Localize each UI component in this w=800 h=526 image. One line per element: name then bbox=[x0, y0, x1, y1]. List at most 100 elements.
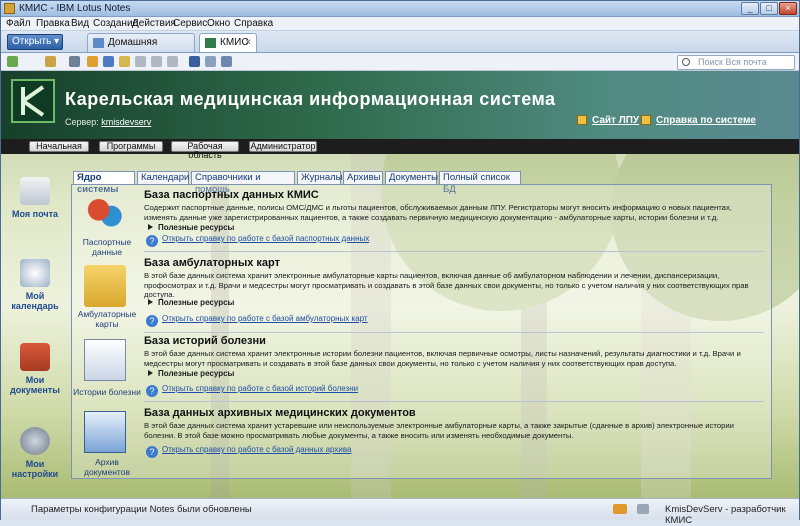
left-nav-mail-label: Моя почта bbox=[12, 209, 58, 219]
section-passport-resources[interactable]: Полезные ресурсы bbox=[148, 223, 234, 232]
menu-help[interactable]: Справка bbox=[234, 18, 273, 29]
tab-calendars[interactable]: Календари bbox=[137, 171, 189, 184]
find-icon[interactable] bbox=[189, 56, 200, 67]
people-icon[interactable] bbox=[84, 193, 126, 235]
section-passport-icon-label[interactable]: Паспортные данные bbox=[72, 237, 142, 257]
menu-edit[interactable]: Правка bbox=[36, 18, 70, 29]
bookmark-icon[interactable] bbox=[119, 56, 130, 67]
tab-archives[interactable]: Архивы bbox=[343, 171, 383, 184]
site-link[interactable]: Сайт ЛПУ bbox=[577, 115, 639, 126]
section-archive-title: База данных архивных медицинских докумен… bbox=[144, 407, 416, 419]
divider bbox=[144, 401, 764, 402]
window-title: КМИС - IBM Lotus Notes bbox=[19, 3, 131, 14]
replicate-icon[interactable] bbox=[7, 56, 18, 67]
section-passport-help-link[interactable]: ? Открыть справку по работе с базой паспо… bbox=[146, 234, 369, 247]
new-memo-icon[interactable] bbox=[45, 56, 56, 67]
section-ambulatory-help-link[interactable]: ? Открыть справку по работе с базой амбул… bbox=[146, 314, 368, 327]
tab-kmis[interactable]: КМИС × bbox=[199, 33, 257, 52]
menu-view[interactable]: Вид bbox=[71, 18, 89, 29]
folder-icon[interactable] bbox=[84, 265, 126, 307]
kmis-logo bbox=[11, 79, 55, 123]
tab-bar: Открыть ▾ Домашняя страница КМИС × bbox=[1, 31, 799, 66]
help-link[interactable]: Справка по системе bbox=[641, 115, 756, 126]
tab-all-db[interactable]: Полный список БД bbox=[439, 171, 521, 195]
server-info: Сервер: kmisdevserv bbox=[65, 117, 151, 127]
copy-icon[interactable] bbox=[151, 56, 162, 67]
divider bbox=[144, 332, 764, 333]
section-histories-desc: В этой базе данных система хранит электр… bbox=[144, 349, 741, 368]
section-ambulatory-icon-label[interactable]: Амбулаторные карты bbox=[72, 309, 142, 329]
section-passport-title: База паспортных данных КМИС bbox=[144, 189, 319, 201]
chevron-down-icon: ▾ bbox=[54, 36, 60, 47]
gear-icon bbox=[20, 427, 50, 455]
left-nav-settings-label: Мои настройки bbox=[11, 459, 59, 479]
section-histories-icon-label[interactable]: Истории болезни bbox=[72, 387, 142, 397]
server-label: Сервер: bbox=[65, 117, 99, 127]
close-tab-icon[interactable]: × bbox=[245, 34, 251, 52]
envelope-icon bbox=[20, 177, 50, 205]
section-histories-title: База историй болезни bbox=[144, 335, 266, 347]
edit-icon[interactable] bbox=[205, 56, 216, 67]
question-icon: ? bbox=[146, 315, 158, 327]
archive-icon[interactable] bbox=[84, 411, 126, 453]
section-archive-icon-label[interactable]: Архив документов bbox=[72, 457, 142, 477]
link-icon[interactable] bbox=[103, 56, 114, 67]
status-bar: Параметры конфигурации Notes были обновл… bbox=[1, 498, 799, 526]
inner-tab-bar: Ядро системы Календари Справочники и пом… bbox=[71, 171, 771, 195]
section-archive-help-link[interactable]: ? Открыть справку по работе с базой данны… bbox=[146, 445, 351, 458]
status-message: Параметры конфигурации Notes были обновл… bbox=[31, 504, 252, 515]
divider bbox=[144, 251, 764, 252]
left-nav-calendar[interactable]: Мой календарь bbox=[7, 259, 63, 311]
document-icon[interactable] bbox=[84, 339, 126, 381]
open-label: Открыть bbox=[12, 36, 52, 47]
site-icon bbox=[577, 115, 587, 125]
kmis-icon bbox=[205, 38, 216, 48]
lotus-notes-icon bbox=[4, 3, 15, 14]
banner: Карельская медицинская информационная си… bbox=[1, 71, 799, 139]
cut-icon[interactable] bbox=[135, 56, 146, 67]
arrow-icon[interactable] bbox=[613, 504, 627, 514]
menu-actions[interactable]: Действия bbox=[132, 18, 176, 29]
tab-home[interactable]: Домашняя страница bbox=[87, 33, 195, 66]
search-field[interactable]: Поиск Вся почта bbox=[677, 55, 795, 70]
menu-bar: Файл Правка Вид Создание Действия Сервис… bbox=[1, 17, 799, 31]
menu-window[interactable]: Окно bbox=[207, 18, 230, 29]
minimize-button[interactable]: _ bbox=[741, 2, 759, 15]
help-link-label: Справка по системе bbox=[656, 115, 756, 126]
home-icon bbox=[93, 38, 104, 48]
section-passport-help-label: Открыть справку по работе с базой паспор… bbox=[162, 234, 370, 243]
search-placeholder: Поиск Вся почта bbox=[698, 57, 767, 67]
nav-workspace-button[interactable]: Рабочая область bbox=[171, 141, 239, 160]
tab-journals[interactable]: Журналы bbox=[297, 171, 343, 184]
server-link[interactable]: kmisdevserv bbox=[101, 117, 151, 127]
nav-admin-button[interactable]: Администратор bbox=[249, 141, 317, 152]
tab-documents[interactable]: Документы bbox=[385, 171, 438, 184]
search-icon bbox=[682, 58, 690, 66]
print-icon[interactable] bbox=[69, 56, 80, 67]
tools-icon[interactable] bbox=[87, 56, 98, 67]
nav-home-button[interactable]: Начальная bbox=[29, 141, 89, 152]
section-histories-help-link[interactable]: ? Открыть справку по работе с базой истор… bbox=[146, 384, 358, 397]
section-histories-help-label: Открыть справку по работе с базой истори… bbox=[162, 384, 359, 393]
question-icon: ? bbox=[146, 446, 158, 458]
nav-programs-button[interactable]: Программы bbox=[99, 141, 163, 152]
close-button[interactable]: × bbox=[779, 2, 797, 15]
maximize-button[interactable]: □ bbox=[760, 2, 778, 15]
nav-bar: Начальная Программы Рабочая область Адми… bbox=[1, 139, 799, 160]
kmis-page: Карельская медицинская информационная си… bbox=[1, 71, 799, 498]
section-ambulatory-resources[interactable]: Полезные ресурсы bbox=[148, 298, 234, 307]
tab-core[interactable]: Ядро системы bbox=[73, 171, 135, 195]
open-button[interactable]: Открыть ▾ bbox=[7, 34, 63, 50]
network-icon[interactable] bbox=[637, 504, 649, 514]
menu-tools[interactable]: Сервис bbox=[173, 18, 207, 29]
status-user[interactable]: KmisDevServ - разработчик КМИС bbox=[665, 504, 799, 526]
left-nav-mail[interactable]: Моя почта bbox=[7, 177, 63, 219]
system-title: Карельская медицинская информационная си… bbox=[65, 89, 556, 109]
menu-file[interactable]: Файл bbox=[6, 18, 31, 29]
section-histories-resources[interactable]: Полезные ресурсы bbox=[148, 369, 234, 378]
left-nav-settings[interactable]: Мои настройки bbox=[7, 427, 63, 479]
left-nav-documents[interactable]: Мои документы bbox=[7, 343, 63, 395]
paste-icon[interactable] bbox=[167, 56, 178, 67]
tab-reference[interactable]: Справочники и помощь bbox=[191, 171, 295, 195]
properties-icon[interactable] bbox=[221, 56, 232, 67]
